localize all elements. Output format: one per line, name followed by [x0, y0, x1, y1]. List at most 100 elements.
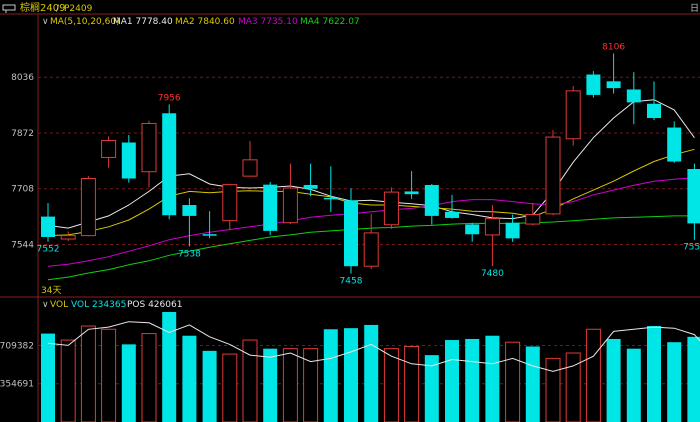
candle-body — [424, 184, 439, 216]
price-grid — [38, 76, 700, 245]
candle[interactable] — [101, 136, 117, 168]
candle-body — [545, 136, 561, 215]
volume-tick-label: 709382 — [0, 341, 34, 351]
volume-bar[interactable] — [445, 340, 459, 422]
vol-legend-caret-icon[interactable]: ∨ — [42, 300, 49, 310]
volume-bar[interactable] — [687, 336, 700, 422]
candle[interactable] — [484, 205, 500, 267]
volume-bar[interactable] — [80, 325, 96, 422]
volume-bar[interactable] — [182, 335, 197, 422]
ma3-label: MA3 7735.10 — [238, 17, 298, 27]
candle[interactable] — [202, 211, 217, 239]
candle[interactable] — [323, 166, 338, 212]
candle[interactable] — [263, 181, 278, 235]
ma-legend-caret-icon[interactable]: ∨ — [42, 17, 49, 27]
volume-bar[interactable] — [202, 350, 217, 422]
volume-bar[interactable] — [41, 333, 55, 422]
price-tick-label: 8036 — [11, 73, 34, 83]
candle[interactable] — [182, 198, 197, 247]
ma4-label: MA4 7622.07 — [300, 17, 360, 27]
ma2-label: MA2 7840.60 — [175, 17, 235, 27]
volume-bar[interactable] — [121, 344, 136, 422]
volume-bar[interactable] — [606, 338, 621, 422]
volume-bar[interactable] — [162, 312, 177, 422]
volume-bar[interactable] — [222, 353, 238, 422]
volume-bar[interactable] — [465, 338, 480, 422]
price-tick-label: 7708 — [11, 185, 34, 195]
candle[interactable] — [606, 53, 621, 94]
volume-bar[interactable] — [344, 328, 358, 422]
candle-body — [101, 139, 117, 158]
candle[interactable] — [282, 163, 298, 225]
price-tick-label: 7872 — [11, 129, 34, 139]
candle-body — [363, 232, 379, 267]
candle[interactable] — [565, 86, 581, 146]
volume-bar[interactable] — [505, 341, 521, 422]
candle-body — [667, 127, 682, 162]
ma1-label: MA1 7778.40 — [113, 17, 173, 27]
candle[interactable] — [344, 188, 358, 274]
volume-bar[interactable] — [485, 335, 500, 422]
volume-bar[interactable] — [404, 346, 420, 422]
candle[interactable] — [162, 104, 177, 220]
candle-body — [565, 90, 581, 140]
high-price-label: 7956 — [158, 93, 181, 103]
candle[interactable] — [465, 222, 480, 242]
volume-bar[interactable] — [545, 357, 561, 422]
volume-bar[interactable] — [364, 324, 379, 422]
candle[interactable] — [525, 202, 541, 226]
volume-bar[interactable] — [585, 328, 601, 422]
candle[interactable] — [445, 194, 459, 219]
candle-body — [41, 216, 55, 237]
candle-body — [222, 184, 238, 222]
pos-value-label: POS 426061 — [127, 300, 182, 310]
candle-body — [484, 218, 500, 236]
volume-axis: 709382 354691 — [0, 341, 34, 389]
candle-body — [80, 178, 96, 237]
candle[interactable] — [667, 121, 682, 163]
low-price-label: 7558 — [683, 243, 700, 253]
sub-contract-name[interactable]: P2409 — [64, 4, 93, 14]
volume-bar[interactable] — [647, 326, 661, 422]
volume-bar[interactable] — [626, 348, 641, 422]
candle[interactable] — [647, 81, 661, 121]
vol-value-label: VOL 234365 — [71, 300, 126, 310]
candle-body — [182, 205, 197, 216]
candle-body — [263, 184, 278, 231]
volume-bar[interactable] — [282, 348, 298, 422]
candle[interactable] — [41, 202, 55, 242]
candle[interactable] — [626, 72, 641, 125]
vol-name-label: VOL — [50, 300, 68, 310]
candle-body — [647, 103, 661, 119]
volume-bar[interactable] — [383, 348, 399, 422]
candle[interactable] — [586, 71, 601, 98]
candle[interactable] — [404, 171, 419, 199]
candle[interactable] — [141, 120, 157, 188]
candle-body — [505, 222, 520, 239]
volume-bar[interactable] — [141, 333, 157, 422]
volume-bar[interactable] — [101, 328, 117, 422]
price-tick-label: 7544 — [11, 240, 34, 250]
candle[interactable] — [363, 213, 379, 269]
volume-bar[interactable] — [525, 346, 540, 422]
pin-icon[interactable] — [2, 4, 16, 13]
candle[interactable] — [222, 183, 238, 231]
candle[interactable] — [383, 187, 399, 229]
candle[interactable] — [60, 231, 76, 242]
kline-chart[interactable]: 棕榈2409 / P2409 日 ∨ MA(5,10,20,60) MA1 77… — [0, 0, 700, 422]
candle-body — [141, 122, 157, 173]
candle[interactable] — [424, 183, 439, 225]
candle[interactable] — [80, 176, 96, 237]
period-marker[interactable]: 日 — [690, 3, 699, 14]
volume-bar[interactable] — [323, 329, 338, 422]
candle[interactable] — [121, 135, 136, 183]
candle[interactable] — [545, 130, 561, 216]
volume-bar[interactable] — [60, 339, 76, 422]
volume-bar[interactable] — [263, 348, 278, 422]
candle[interactable] — [687, 163, 700, 240]
candle-body — [445, 211, 459, 218]
candle-body — [121, 142, 136, 179]
candle-body — [586, 74, 601, 95]
volume-bar[interactable] — [667, 342, 682, 422]
candle[interactable] — [242, 141, 258, 177]
